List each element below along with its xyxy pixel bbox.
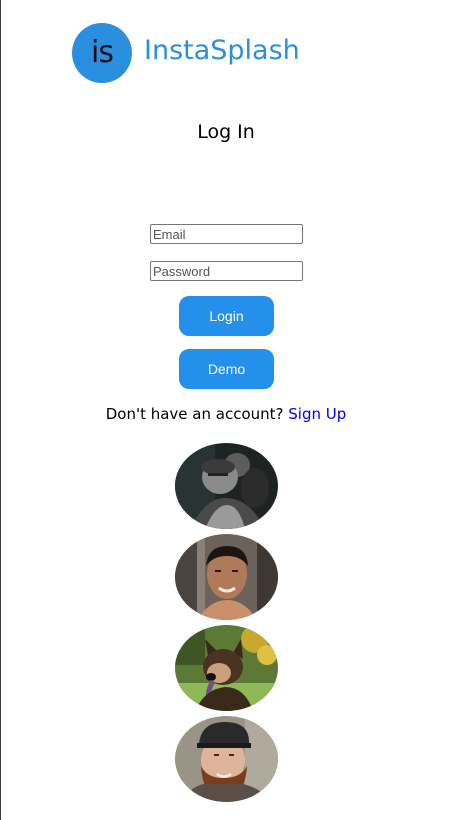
person-photo-icon (175, 534, 278, 620)
logo-badge: is (72, 23, 132, 83)
login-button[interactable]: Login (179, 296, 274, 336)
brand-name: InstaSplash (144, 35, 300, 66)
person-photo-icon (175, 443, 278, 529)
page-title: Log In (197, 121, 255, 143)
demo-button[interactable]: Demo (179, 349, 274, 389)
avatar-photo-2[interactable] (175, 534, 278, 620)
avatar-photo-3[interactable] (175, 625, 278, 711)
email-field[interactable] (150, 224, 303, 244)
person-photo-icon (175, 716, 278, 802)
signup-link[interactable]: Sign Up (288, 405, 346, 423)
avatar-photo-1[interactable] (175, 443, 278, 529)
signup-prompt-text: Don't have an account? (105, 405, 289, 423)
signup-prompt: Don't have an account? Sign Up (0, 404, 450, 424)
dog-photo-icon (175, 625, 278, 711)
password-field[interactable] (150, 261, 303, 281)
avatar-photo-4[interactable] (175, 716, 278, 802)
